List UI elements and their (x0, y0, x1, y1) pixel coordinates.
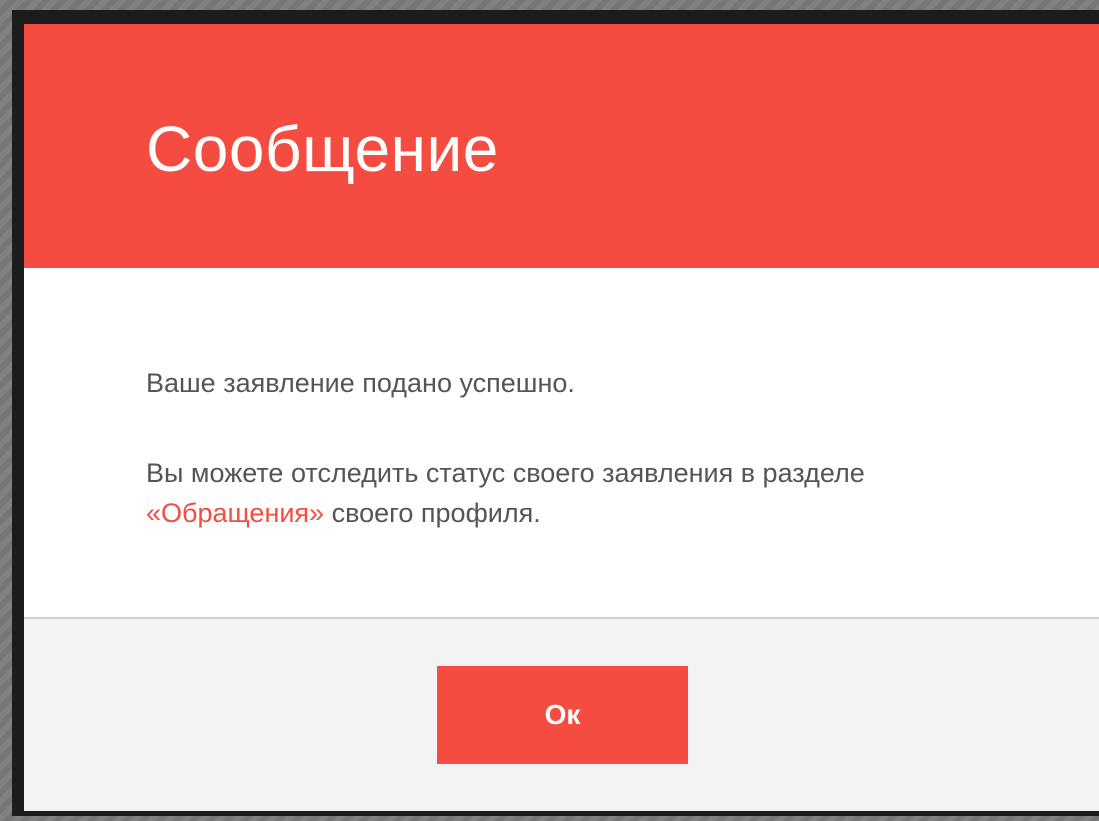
success-message: Ваше заявление подано успешно. (146, 368, 575, 398)
status-instructions-suffix: своего профиля. (324, 498, 541, 528)
dialog-body: Ваше заявление подано успешно. Вы можете… (24, 268, 1099, 617)
dialog-title: Сообщение (146, 113, 499, 185)
status-instructions: Вы можете отследить статус своего заявле… (146, 453, 966, 533)
dialog-footer: Ок (24, 617, 1099, 811)
dialog-header: Сообщение (24, 24, 1099, 268)
message-dialog: Сообщение Ваше заявление подано успешно.… (24, 24, 1099, 811)
status-instructions-prefix: Вы можете отследить статус своего заявле… (146, 458, 865, 488)
appeals-link[interactable]: «Обращения» (146, 498, 324, 528)
ok-button[interactable]: Ок (437, 666, 688, 764)
